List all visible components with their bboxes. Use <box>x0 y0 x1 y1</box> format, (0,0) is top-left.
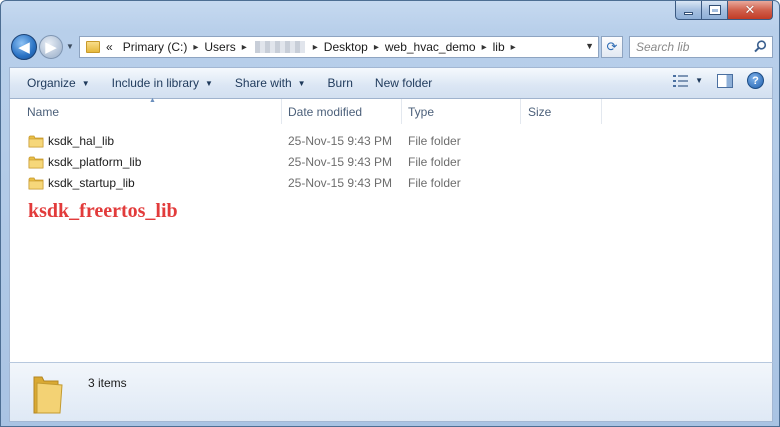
file-name[interactable]: ksdk_platform_lib <box>48 155 141 169</box>
chevron-right-icon[interactable]: ▸ <box>511 42 516 53</box>
file-date-modified: 25-Nov-15 9:43 PM <box>288 155 393 169</box>
include-in-library-button[interactable]: Include in library ▼ <box>103 70 222 96</box>
address-bar[interactable]: « Primary (C:) ▸ Users ▸ ▸ Desktop ▸ web… <box>79 36 599 58</box>
column-header-row: ▲ Name Date modified Type Size <box>10 97 774 124</box>
organize-button[interactable]: Organize ▼ <box>18 70 99 96</box>
search-input[interactable]: Search lib <box>636 40 689 54</box>
refresh-button[interactable]: ⟳ <box>601 36 623 58</box>
search-icon[interactable] <box>754 40 767 53</box>
view-options-dropdown[interactable]: ▼ <box>695 76 703 85</box>
address-history-dropdown[interactable]: ▼ <box>585 41 594 51</box>
chevron-down-icon: ▼ <box>205 78 213 88</box>
file-type: File folder <box>408 176 461 190</box>
item-count: 3 items <box>88 376 127 390</box>
folder-icon <box>33 376 63 414</box>
file-row[interactable]: ksdk_hal_lib 25-Nov-15 9:43 PM File fold… <box>26 131 766 152</box>
chevron-right-icon[interactable]: ▸ <box>374 42 379 53</box>
breadcrumb-web-hvac-demo[interactable]: web_hvac_demo <box>385 40 476 54</box>
file-date-modified: 25-Nov-15 9:43 PM <box>288 176 393 190</box>
column-header-type[interactable]: Type <box>401 99 521 124</box>
refresh-icon: ⟳ <box>606 39 618 54</box>
file-list-pane: ▲ Name Date modified Type Size ksdk_hal_… <box>9 97 774 362</box>
column-type-label: Type <box>408 104 435 119</box>
back-arrow-icon: ◀ <box>18 39 30 56</box>
explorer-window: ✕ ◀ ▶ ▼ « Primary (C:) ▸ Users ▸ ▸ Deskt… <box>0 0 780 427</box>
maximize-button[interactable] <box>702 1 728 20</box>
column-header-name[interactable]: Name <box>20 99 282 124</box>
file-name[interactable]: ksdk_startup_lib <box>48 176 135 190</box>
new-folder-button[interactable]: New folder <box>366 70 441 96</box>
burn-button[interactable]: Burn <box>319 70 362 96</box>
column-header-date-modified[interactable]: Date modified <box>281 99 402 124</box>
column-date-label: Date modified <box>288 104 363 119</box>
include-in-library-label: Include in library <box>111 76 199 90</box>
annotation-text: ksdk_freertos_lib <box>28 200 178 222</box>
forward-arrow-icon: ▶ <box>45 39 57 56</box>
command-bar-right: ▼ ? <box>673 72 764 89</box>
chevron-down-icon: ▼ <box>297 78 306 88</box>
burn-label: Burn <box>327 76 353 90</box>
chevron-right-icon[interactable]: ▸ <box>242 42 247 53</box>
breadcrumb-desktop[interactable]: Desktop <box>324 40 368 54</box>
file-type: File folder <box>408 134 461 148</box>
file-type: File folder <box>408 155 461 169</box>
help-icon[interactable]: ? <box>747 72 764 89</box>
details-pane: 3 items <box>9 362 773 422</box>
folder-icon <box>86 41 100 53</box>
forward-button[interactable]: ▶ <box>39 35 63 59</box>
column-header-size[interactable]: Size <box>521 99 602 124</box>
chevron-right-icon[interactable]: ▸ <box>482 42 487 53</box>
change-view-button[interactable] <box>673 74 689 88</box>
organize-label: Organize <box>27 76 76 90</box>
search-box[interactable]: Search lib <box>629 36 773 58</box>
folder-icon <box>28 156 44 169</box>
folder-icon <box>28 177 44 190</box>
file-row[interactable]: ksdk_startup_lib 25-Nov-15 9:43 PM File … <box>26 173 766 194</box>
command-bar: Organize ▼ Include in library ▼ Share wi… <box>9 67 773 99</box>
breadcrumb-users[interactable]: Users <box>204 40 235 54</box>
back-button[interactable]: ◀ <box>11 34 37 60</box>
navigation-row: ◀ ▶ ▼ « Primary (C:) ▸ Users ▸ ▸ Desktop… <box>9 34 773 60</box>
file-date-modified: 25-Nov-15 9:43 PM <box>288 134 393 148</box>
caption-buttons: ✕ <box>675 1 773 20</box>
file-name[interactable]: ksdk_hal_lib <box>48 134 114 148</box>
minimize-icon <box>684 11 693 15</box>
folder-icon <box>28 135 44 148</box>
maximize-icon <box>708 5 721 15</box>
close-icon: ✕ <box>744 2 756 18</box>
details-view-icon <box>673 74 689 87</box>
breadcrumb-lib[interactable]: lib <box>493 40 505 54</box>
share-with-button[interactable]: Share with ▼ <box>226 70 315 96</box>
chevron-down-icon: ▼ <box>81 78 90 88</box>
recent-pages-dropdown[interactable]: ▼ <box>66 42 74 51</box>
address-overflow-chevron[interactable]: « <box>106 40 113 54</box>
minimize-button[interactable] <box>675 1 702 20</box>
file-row[interactable]: ksdk_platform_lib 25-Nov-15 9:43 PM File… <box>26 152 766 173</box>
share-with-label: Share with <box>234 76 292 90</box>
redacted-username <box>254 41 305 53</box>
new-folder-label: New folder <box>374 76 433 90</box>
chevron-right-icon[interactable]: ▸ <box>193 42 198 53</box>
preview-pane-icon[interactable] <box>717 73 733 88</box>
column-name-label: Name <box>27 104 60 119</box>
breadcrumb-primary-drive[interactable]: Primary (C:) <box>123 40 188 54</box>
close-button[interactable]: ✕ <box>728 1 773 20</box>
chevron-right-icon[interactable]: ▸ <box>313 42 318 53</box>
column-size-label: Size <box>528 104 552 119</box>
